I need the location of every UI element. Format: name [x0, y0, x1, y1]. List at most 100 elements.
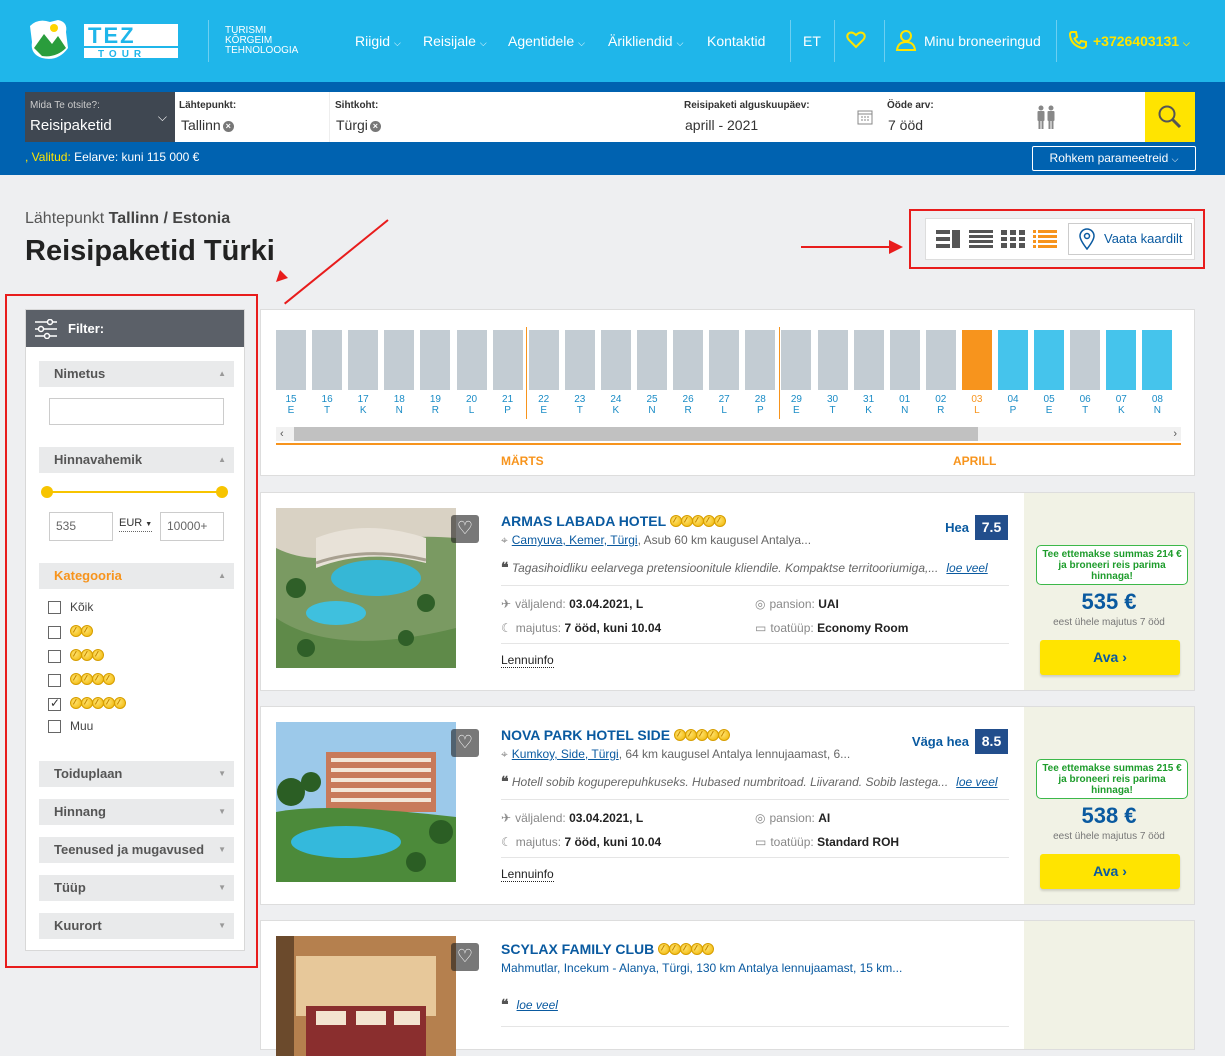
price-min-input[interactable]: 535 — [49, 512, 113, 541]
calendar-day-label[interactable]: 17 K — [348, 394, 378, 416]
calendar-day-label[interactable]: 24 K — [601, 394, 631, 416]
calendar-day-label[interactable]: 26 R — [673, 394, 703, 416]
calendar-day-bar[interactable] — [1106, 330, 1137, 390]
calendar-day-bar[interactable] — [781, 330, 812, 390]
hotel-name[interactable]: SCYLAX FAMILY CLUB — [501, 941, 715, 958]
calendar-day-bar[interactable] — [637, 330, 667, 390]
calendar-day-label[interactable]: 02 R — [926, 394, 956, 416]
checkbox[interactable] — [48, 720, 61, 734]
hotel-name[interactable]: NOVA PARK HOTEL SIDE — [501, 727, 730, 744]
open-button[interactable]: Ava › — [1040, 640, 1180, 675]
calendar-day-label[interactable]: 18 N — [384, 394, 414, 416]
calendar-day-bar[interactable] — [348, 330, 379, 390]
calendar-day-label[interactable]: 22 E — [529, 394, 559, 416]
heart-icon[interactable] — [846, 31, 866, 49]
scroll-right-icon[interactable]: › — [1173, 427, 1177, 441]
filter-section-name[interactable]: Nimetus ▲ — [39, 361, 234, 387]
category-5-star-option[interactable] — [48, 697, 126, 713]
calendar-day-bar[interactable] — [709, 330, 740, 390]
price-min-handle[interactable] — [41, 486, 53, 498]
calendar-day-bar[interactable] — [528, 330, 559, 390]
calendar-day-label[interactable]: 27 L — [709, 394, 739, 416]
location-link[interactable]: Camyuva, Kemer, Türgi — [512, 533, 638, 547]
breadcrumb-city[interactable]: Tallinn / Estonia — [109, 210, 231, 227]
calendar-day-label[interactable]: 08 N — [1142, 394, 1172, 416]
calendar-day-label[interactable]: 15 E — [276, 394, 306, 416]
calendar-day-bar[interactable] — [420, 330, 451, 390]
calendar-day-label[interactable]: 31 K — [854, 394, 884, 416]
calendar-day-label[interactable]: 29 E — [781, 394, 811, 416]
more-parameters-button[interactable]: Rohkem parameetreid ⌵ — [1032, 146, 1196, 171]
flight-info-link[interactable]: Lennuinfo — [501, 867, 554, 882]
scrollbar-thumb[interactable] — [294, 427, 978, 441]
calendar-day-bar[interactable] — [492, 330, 523, 390]
calendar-day-label[interactable]: 06 T — [1070, 394, 1100, 416]
calendar-day-bar[interactable] — [564, 330, 595, 390]
calendar-icon[interactable] — [857, 109, 873, 125]
travelers-icon[interactable] — [1035, 105, 1057, 131]
favorite-heart-icon[interactable]: ♡ — [451, 515, 479, 543]
filter-section-category[interactable]: Kategooria ▲ — [39, 563, 234, 589]
calendar-day-bar[interactable] — [600, 330, 631, 390]
filter-section-meals[interactable]: Toiduplaan ▼ — [39, 761, 234, 787]
price-max-input[interactable]: 10000+ — [160, 512, 224, 541]
clear-icon[interactable]: × — [222, 121, 234, 132]
calendar-scrollbar[interactable]: ‹ › — [276, 427, 1181, 441]
hotel-photo[interactable] — [276, 508, 456, 668]
hotel-photo[interactable] — [276, 722, 456, 882]
nav-arikliendid[interactable]: Ärikliendid ⌵ — [608, 33, 683, 49]
checkbox[interactable] — [48, 674, 61, 687]
calendar-day-label[interactable]: 07 K — [1106, 394, 1136, 416]
calendar-day-label[interactable]: 05 E — [1034, 394, 1064, 416]
category-other-option[interactable]: Muu — [48, 720, 93, 736]
calendar-day-bar[interactable] — [853, 330, 884, 390]
calendar-day-bar[interactable] — [817, 330, 848, 390]
calendar-day-label[interactable]: 28 P — [745, 394, 775, 416]
checkbox-checked[interactable] — [48, 697, 61, 711]
my-bookings-link[interactable]: Minu broneeringud — [924, 33, 1041, 49]
calendar-day-bar[interactable] — [312, 330, 343, 390]
checkbox[interactable] — [48, 601, 61, 615]
calendar-day-bar[interactable] — [998, 330, 1028, 390]
calendar-day-bar[interactable] — [384, 330, 415, 390]
destination-field[interactable]: Sihtkoht: Türgi × — [330, 92, 680, 142]
nav-reisijale[interactable]: Reisijale ⌵ — [423, 33, 487, 49]
open-button[interactable]: Ava › — [1040, 854, 1180, 889]
filter-section-resort[interactable]: Kuurort ▼ — [39, 913, 234, 939]
clear-icon[interactable]: × — [369, 121, 381, 132]
hotel-name[interactable]: ARMAS LABADA HOTEL — [501, 513, 726, 530]
calendar-day-bar[interactable] — [889, 330, 920, 390]
nav-riigid[interactable]: Riigid ⌵ — [355, 33, 401, 49]
nights-field[interactable]: Ööde arv: 7 ööd — [880, 92, 1030, 142]
calendar-day-bar[interactable] — [925, 330, 956, 390]
date-field[interactable]: Reisipaketi alguskuupäev: aprill - 2021 — [680, 92, 880, 142]
category-3-star-option[interactable] — [48, 649, 104, 665]
calendar-day-bar[interactable] — [673, 330, 704, 390]
favorite-heart-icon[interactable]: ♡ — [451, 729, 479, 757]
calendar-day-label[interactable]: 03 L — [962, 394, 992, 416]
checkbox[interactable] — [48, 650, 61, 663]
calendar-day-label[interactable]: 16 T — [312, 394, 342, 416]
calendar-day-bar[interactable] — [456, 330, 487, 390]
calendar-day-bar[interactable] — [1142, 330, 1173, 390]
category-4-star-option[interactable] — [48, 673, 115, 689]
price-max-handle[interactable] — [216, 486, 228, 498]
calendar-day-label[interactable]: 01 N — [890, 394, 920, 416]
read-more-link[interactable]: loe veel — [956, 775, 997, 789]
phone-number[interactable]: +3726403131 ⌵ — [1093, 33, 1190, 49]
calendar-day-bar[interactable] — [1070, 330, 1101, 390]
category-all-option[interactable]: Kõik — [48, 601, 93, 617]
calendar-day-label[interactable]: 21 P — [493, 394, 523, 416]
scroll-left-icon[interactable]: ‹ — [280, 427, 284, 441]
read-more-link[interactable]: loe veel — [517, 998, 558, 1012]
calendar-day-label[interactable]: 04 P — [998, 394, 1028, 416]
filter-section-services[interactable]: Teenused ja mugavused ▼ — [39, 837, 234, 863]
filter-section-rating[interactable]: Hinnang ▼ — [39, 799, 234, 825]
hotel-photo[interactable] — [276, 936, 456, 1056]
calendar-day-bar[interactable] — [745, 330, 776, 390]
tez-tour-logo[interactable]: TEZ TOUR — [28, 18, 182, 64]
checkbox[interactable] — [48, 626, 61, 639]
search-type-select[interactable]: Mida Te otsite?: Reisipaketid ⌵ — [25, 92, 175, 142]
language-switch[interactable]: ET — [803, 33, 821, 49]
departure-field[interactable]: Lähtepunkt: Tallinn × — [175, 92, 330, 142]
